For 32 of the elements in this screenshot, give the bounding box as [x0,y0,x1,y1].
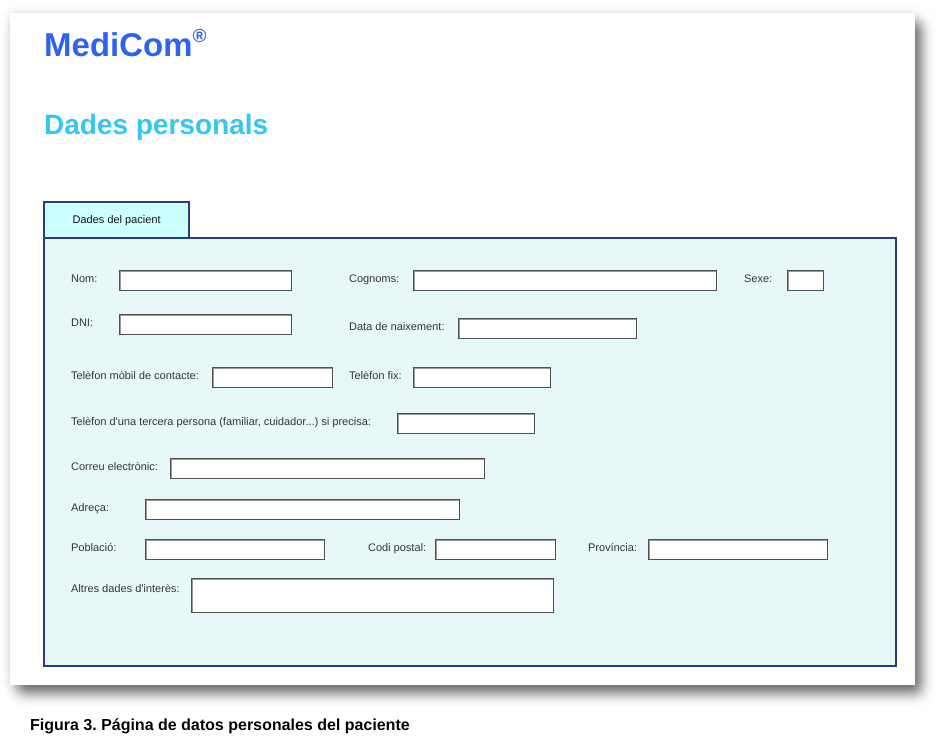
input-field[interactable] [435,539,556,560]
field-label: Sexe: [744,272,772,286]
field-label: Altres dades d'interès: [71,583,180,596]
input-field[interactable] [170,458,485,479]
page-title: Dades personals [44,109,268,141]
field-label: Cognoms: [349,272,400,286]
input-field[interactable] [787,270,824,291]
field-label: Correu electrònic: [71,460,158,474]
input-field[interactable] [119,270,292,291]
multiline-field[interactable] [191,578,554,613]
field-label: Adreça: [71,502,109,514]
field-label: Codi postal: [368,542,426,554]
field-label: Telèfon mòbil de contacte: [71,370,199,382]
input-field[interactable] [458,318,637,339]
field-label: Població: [71,542,116,554]
input-field[interactable] [648,539,828,560]
input-field[interactable] [397,413,535,434]
field-label: Nom: [71,272,98,286]
input-field[interactable] [413,270,717,291]
input-field[interactable] [212,367,333,388]
field-label: Telèfon fix: [349,370,402,382]
input-field[interactable] [119,314,292,335]
field-label: Província: [588,542,637,554]
figure-caption: Figura 3. Página de datos personales del paciente [30,717,410,734]
logo-text: MediCom$^{®}$ [44,26,206,64]
field-label: Data de naixement: [349,320,444,334]
input-field[interactable] [145,499,460,520]
field-label: Telèfon d'una tercera persona (familiar, cuidador...) si precisa: [71,416,371,428]
tab[interactable]: Dades del pacient [43,201,190,237]
input-field[interactable] [413,367,551,388]
field-label: DNI: [71,316,93,330]
input-field[interactable] [145,539,325,560]
